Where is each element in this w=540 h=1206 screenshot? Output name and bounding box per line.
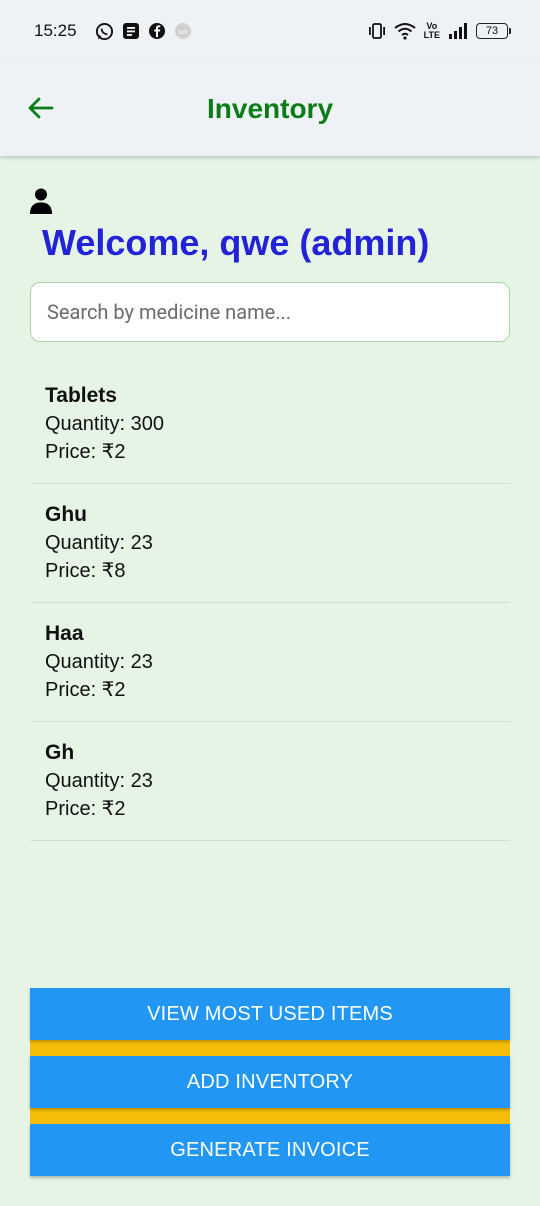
app-icon: un (174, 22, 192, 40)
system-icons: Vo LTE 73 (368, 21, 511, 40)
list-item[interactable]: Tablets Quantity: 300 Price: ₹2 (30, 365, 510, 484)
svg-text:un: un (178, 28, 187, 36)
whatsapp-icon (95, 22, 114, 41)
item-quantity: Quantity: 300 (45, 413, 164, 435)
generate-invoice-button[interactable]: GENERATE INVOICE (30, 1124, 510, 1176)
status-time: 15:25 (34, 21, 77, 40)
view-most-used-button[interactable]: VIEW MOST USED ITEMS (30, 988, 510, 1040)
notes-icon (122, 22, 140, 40)
signal-icon (448, 23, 468, 39)
screen: 15:25 un Vo LTE 73 Inventory Welcome, qw… (0, 0, 540, 1206)
list-item[interactable]: Gh Quantity: 23 Price: ₹2 (30, 722, 510, 841)
facebook-icon (148, 22, 166, 40)
item-name: Haa (45, 622, 84, 645)
battery-icon: 73 (476, 23, 511, 39)
app-bar: Inventory (0, 62, 540, 156)
welcome-heading: Welcome, qwe (admin) (42, 222, 430, 263)
item-price: Price: ₹8 (45, 560, 126, 582)
item-quantity: Quantity: 23 (45, 770, 153, 792)
list-item[interactable]: Ghu Quantity: 23 Price: ₹8 (30, 484, 510, 603)
list-item[interactable]: Haa Quantity: 23 Price: ₹2 (30, 603, 510, 722)
item-price: Price: ₹2 (45, 798, 126, 820)
item-quantity: Quantity: 23 (45, 532, 153, 554)
page-title: Inventory (206, 93, 334, 124)
item-name: Tablets (45, 384, 117, 407)
item-name: Ghu (45, 503, 87, 526)
item-price: Price: ₹2 (45, 679, 126, 701)
user-icon (30, 188, 52, 214)
inventory-list: Tablets Quantity: 300 Price: ₹2 Ghu Quan… (30, 365, 510, 841)
item-name: Gh (45, 741, 75, 764)
vibrate-icon (368, 23, 386, 39)
item-price: Price: ₹2 (45, 441, 126, 463)
volte-icon: Vo LTE (423, 21, 440, 40)
notification-icons: un (95, 22, 192, 41)
status-bar: 15:25 un Vo LTE 73 (0, 0, 540, 62)
search-input[interactable] (30, 282, 510, 342)
arrow-left-icon (28, 97, 54, 119)
wifi-icon (394, 22, 416, 40)
item-quantity: Quantity: 23 (45, 651, 153, 673)
add-inventory-button[interactable]: ADD INVENTORY (30, 1056, 510, 1108)
back-button[interactable] (24, 92, 56, 124)
